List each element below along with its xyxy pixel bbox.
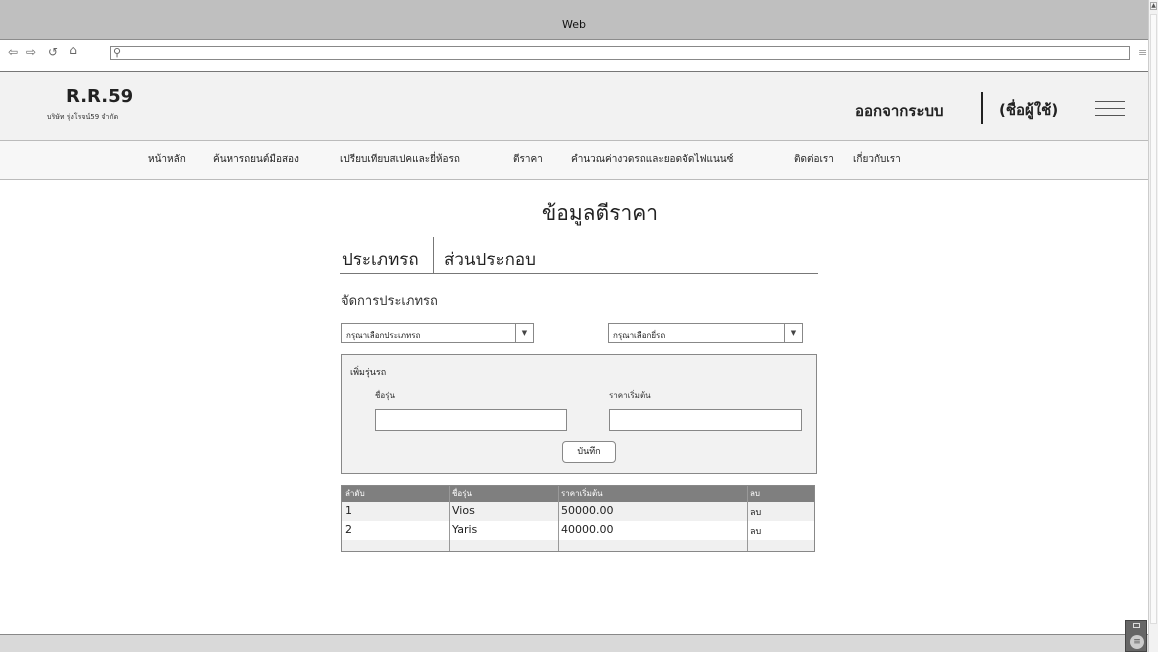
nav-item-appraisal[interactable]: ตีราคา	[513, 152, 543, 167]
nav-item-contact[interactable]: ติดต่อเรา	[794, 152, 834, 167]
browser-menu-icon[interactable]: ≡	[1138, 46, 1147, 59]
start-price-input[interactable]	[609, 409, 802, 431]
back-arrow-icon[interactable]: ⇦	[6, 45, 20, 59]
forward-arrow-icon[interactable]: ⇨	[24, 45, 38, 59]
start-price-label: ราคาเริ่มต้น	[609, 391, 651, 400]
tabs-underline	[340, 273, 818, 274]
page-title: ข้อมูลตีราคา	[541, 201, 659, 225]
site-header: R.R.59 บริษัท รุ่งโรจน์59 จำกัด ออกจากระ…	[0, 72, 1148, 140]
logout-link[interactable]: ออกจากระบบ	[855, 99, 944, 123]
row-model: Vios	[452, 504, 475, 517]
col-header-model: ชื่อรุ่น	[452, 489, 472, 498]
col-header-index: ลำดับ	[345, 489, 365, 498]
form-legend: เพิ่มรุ่นรถ	[350, 368, 387, 378]
chevron-down-icon[interactable]: ▼	[784, 324, 802, 342]
scroll-thumb[interactable]	[1150, 14, 1157, 624]
company-name: บริษัท รุ่งโรจน์59 จำกัด	[47, 113, 119, 121]
hamburger-menu-icon[interactable]	[1095, 101, 1125, 117]
section-label: จัดการประเภทรถ	[341, 294, 438, 309]
row-index: 1	[345, 504, 352, 517]
column-divider	[558, 486, 559, 551]
logo[interactable]: R.R.59	[66, 86, 133, 107]
brand-select[interactable]: กรุณาเลือกยี่รถ ▼	[608, 323, 803, 343]
table-row: 2 Yaris 40000.00 ลบ	[342, 521, 814, 540]
nav-item-finance-calculator[interactable]: คำนวณค่างวดรถและยอดจัดไฟแนนซ์	[571, 152, 733, 167]
col-header-delete: ลบ	[750, 489, 760, 498]
table-header: ลำดับ ชื่อรุ่น ราคาเริ่มต้น ลบ	[342, 486, 814, 502]
row-model: Yaris	[452, 523, 478, 536]
model-table: ลำดับ ชื่อรุ่น ราคาเริ่มต้น ลบ 1 Vios 50…	[341, 485, 815, 552]
row-index: 2	[345, 523, 352, 536]
save-button[interactable]: บันทึก	[562, 441, 616, 463]
vertical-scrollbar[interactable]: ▲	[1148, 0, 1158, 652]
browser-toolbar: ⇦ ⇨ ↺ ⌂ ⚲ ≡	[0, 40, 1148, 72]
table-row: 1 Vios 50000.00 ลบ	[342, 502, 814, 521]
url-input[interactable]: ⚲	[110, 46, 1130, 60]
minimize-icon[interactable]	[1133, 623, 1140, 628]
nav-item-home[interactable]: หน้าหลัก	[148, 152, 186, 167]
tab-divider	[433, 237, 434, 274]
delete-link[interactable]: ลบ	[750, 524, 761, 538]
corner-widget[interactable]: ≡	[1125, 620, 1147, 652]
nav-item-about[interactable]: เกี่ยวกับเรา	[853, 152, 901, 167]
home-icon[interactable]: ⌂	[66, 43, 80, 57]
reload-icon[interactable]: ↺	[46, 45, 60, 59]
username-label[interactable]: (ชื่อผู้ใช้)	[999, 98, 1058, 122]
chevron-down-icon[interactable]: ▼	[515, 324, 533, 342]
brand-select-value: กรุณาเลือกยี่รถ	[613, 331, 666, 340]
vehicle-type-select-value: กรุณาเลือกประเภทรถ	[346, 331, 421, 340]
main-nav: หน้าหลัก ค้นหารถยนต์มือสอง เปรียบเทียบสเ…	[0, 140, 1148, 180]
window-title-bar: Web	[0, 0, 1148, 40]
column-divider	[747, 486, 748, 551]
tab-vehicle-type[interactable]: ประเภทรถ	[342, 246, 419, 273]
model-name-label: ชื่อรุ่น	[375, 391, 395, 400]
scroll-up-icon[interactable]: ▲	[1150, 2, 1157, 10]
header-divider	[981, 92, 983, 124]
column-divider	[449, 486, 450, 551]
row-price: 50000.00	[561, 504, 614, 517]
nav-item-compare-specs[interactable]: เปรียบเทียบสเปคและยี่ห้อรถ	[340, 152, 460, 167]
model-name-input[interactable]	[375, 409, 567, 431]
nav-item-search-used-cars[interactable]: ค้นหารถยนต์มือสอง	[213, 152, 299, 167]
window-title: Web	[562, 18, 586, 31]
search-icon: ⚲	[113, 46, 122, 59]
row-price: 40000.00	[561, 523, 614, 536]
vehicle-type-select[interactable]: กรุณาเลือกประเภทรถ ▼	[341, 323, 534, 343]
add-model-form: เพิ่มรุ่นรถ ชื่อรุ่น ราคาเริ่มต้น บันทึก	[341, 354, 817, 474]
table-row-empty	[342, 540, 814, 551]
col-header-price: ราคาเริ่มต้น	[561, 489, 603, 498]
status-bar	[0, 634, 1148, 652]
delete-link[interactable]: ลบ	[750, 505, 761, 519]
tab-components[interactable]: ส่วนประกอบ	[444, 246, 536, 273]
menu-circle-icon[interactable]: ≡	[1130, 635, 1144, 649]
